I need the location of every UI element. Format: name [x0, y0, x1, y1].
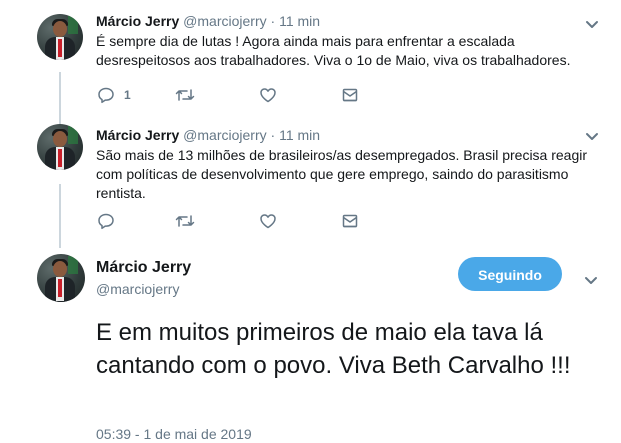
- author-handle[interactable]: @marciojerry: [183, 13, 266, 29]
- thread-tweet-1[interactable]: Márcio Jerry @marciojerry · 11 min É sem…: [0, 0, 621, 120]
- tweet-time[interactable]: 11 min: [279, 127, 320, 143]
- reply-button[interactable]: [97, 212, 175, 230]
- tweet-timestamp[interactable]: 05:39 - 1 de mai de 2019: [96, 426, 252, 442]
- reply-button[interactable]: 1: [97, 86, 175, 104]
- separator: ·: [270, 127, 276, 143]
- reply-icon: [98, 87, 114, 104]
- chevron-down-icon[interactable]: [585, 20, 599, 30]
- tweet-actions: [97, 212, 359, 230]
- avatar[interactable]: [37, 254, 85, 302]
- author-name[interactable]: Márcio Jerry: [96, 13, 179, 29]
- chevron-down-icon[interactable]: [584, 276, 598, 286]
- like-button[interactable]: [259, 86, 341, 104]
- avatar[interactable]: [37, 14, 83, 60]
- reply-icon: [98, 213, 114, 230]
- tweet-content: Márcio Jerry @marciojerry · 11 min É sem…: [96, 11, 596, 70]
- heart-icon: [260, 214, 276, 229]
- author-handle[interactable]: @marciojerry: [183, 127, 266, 143]
- avatar[interactable]: [37, 124, 83, 170]
- heart-icon: [260, 88, 276, 103]
- message-button[interactable]: [341, 86, 359, 104]
- message-button[interactable]: [341, 212, 359, 230]
- retweet-icon: [175, 215, 195, 227]
- chevron-down-icon[interactable]: [585, 132, 599, 142]
- tweet-header: Márcio Jerry @marciojerry · 11 min: [96, 125, 596, 145]
- envelope-icon: [342, 88, 358, 102]
- like-button[interactable]: [259, 212, 341, 230]
- tweet-actions: 1: [97, 86, 359, 104]
- author-name[interactable]: Márcio Jerry: [96, 127, 179, 143]
- reply-count: 1: [124, 88, 131, 102]
- thread-tweet-2[interactable]: Márcio Jerry @marciojerry · 11 min São m…: [0, 120, 621, 246]
- focused-tweet: Márcio Jerry @marciojerry Seguindo E em …: [0, 246, 621, 443]
- tweet-text: E em muitos primeiros de maio ela tava l…: [96, 319, 571, 379]
- retweet-button[interactable]: [175, 212, 259, 230]
- following-button[interactable]: Seguindo: [458, 257, 562, 291]
- retweet-button[interactable]: [175, 86, 259, 104]
- tweet-text: São mais de 13 milhões de brasileiros/as…: [96, 147, 588, 201]
- retweet-icon: [175, 89, 195, 101]
- tweet-header: Márcio Jerry @marciojerry · 11 min: [96, 11, 596, 31]
- tweet-text: É sempre dia de lutas ! Agora ainda mais…: [96, 33, 571, 68]
- tweet-content: Márcio Jerry @marciojerry · 11 min São m…: [96, 125, 596, 203]
- envelope-icon: [342, 214, 358, 228]
- author-name[interactable]: Márcio Jerry: [96, 258, 191, 278]
- author-handle[interactable]: @marciojerry: [96, 280, 179, 298]
- tweet-time[interactable]: 11 min: [279, 13, 320, 29]
- separator: ·: [270, 13, 276, 29]
